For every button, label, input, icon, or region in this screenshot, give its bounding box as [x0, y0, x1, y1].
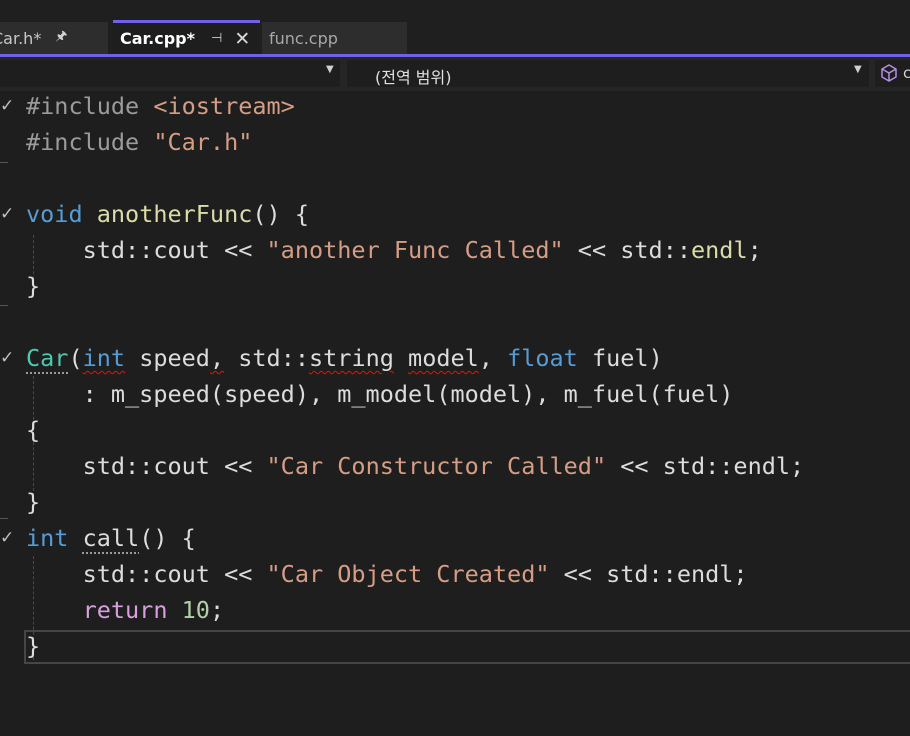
code-line-6: } — [26, 272, 41, 300]
keyword: void — [26, 200, 83, 228]
tab-car-h[interactable]: Car.h* 🖈 — [0, 22, 108, 54]
function-name: call — [82, 524, 140, 552]
unpin-icon[interactable]: ⊣ — [211, 31, 222, 46]
project-dropdown[interactable]: ▼ — [0, 60, 340, 87]
close-icon[interactable]: ✕ — [234, 28, 250, 50]
include-path: <iostream> — [153, 92, 295, 120]
string-literal: "another Func Called" — [266, 236, 564, 264]
fold-chevron-icon[interactable]: ✓ — [0, 196, 14, 232]
preprocessor-directive: #include — [26, 128, 154, 156]
type-name: string — [309, 344, 394, 372]
code-line-12: } — [26, 488, 41, 516]
code-line-11: std::cout << "Car Constructor Called" <<… — [26, 452, 805, 480]
tab-car-cpp[interactable]: Car.cpp* ⊣ ✕ — [113, 20, 260, 54]
pin-icon[interactable]: 🖈 — [55, 27, 67, 49]
string-literal: "Car Object Created" — [266, 560, 550, 588]
navigation-bar: ▼ (전역 범위) ▼ c — [0, 57, 910, 91]
fold-chevron-icon[interactable]: ✓ — [0, 340, 14, 376]
code-line-9: : m_speed(speed), m_model(model), m_fuel… — [26, 380, 734, 408]
function-name: anotherFunc — [96, 200, 253, 228]
scope-label: (전역 범위) — [375, 68, 452, 87]
control-keyword: return — [82, 596, 168, 624]
code-line-2: #include "Car.h" — [0, 124, 910, 160]
fold-chevron-icon[interactable]: ✓ — [0, 520, 14, 556]
number-literal: 10 — [181, 596, 210, 624]
code-line-10: { — [26, 416, 41, 444]
include-path: "Car.h" — [153, 128, 253, 156]
member-dropdown[interactable]: c — [875, 60, 910, 87]
keyword: float — [507, 344, 578, 372]
code-line-4: ✓ void anotherFunc() { — [0, 196, 910, 232]
cube-icon — [879, 63, 899, 87]
code-line-15: return 10; — [82, 596, 225, 624]
string-literal: "Car Constructor Called" — [266, 452, 607, 480]
class-name: Car — [26, 344, 69, 372]
tab-label: func.cpp — [269, 28, 338, 48]
fold-chevron-icon[interactable]: ✓ — [0, 88, 14, 124]
code-line-16: } — [26, 632, 41, 660]
keyword: int — [26, 524, 69, 552]
keyword: int — [82, 344, 126, 372]
code-line-8: ✓ Car(int speed, std::string model, floa… — [0, 340, 910, 376]
scope-dropdown[interactable]: (전역 범위) ▼ — [347, 60, 869, 87]
preprocessor-directive: #include — [26, 92, 154, 120]
code-line-5: std::cout << "another Func Called" << st… — [26, 236, 762, 264]
document-tab-strip: Car.h* 🖈 Car.cpp* ⊣ ✕ func.cpp — [0, 0, 910, 56]
code-line-14: std::cout << "Car Object Created" << std… — [26, 560, 748, 588]
chevron-down-icon: ▼ — [854, 64, 862, 75]
tab-func-cpp[interactable]: func.cpp — [262, 22, 407, 54]
tab-label: Car.h* — [0, 28, 42, 48]
code-line-13: ✓ int call() { — [0, 520, 910, 556]
chevron-down-icon: ▼ — [326, 64, 334, 75]
code-editor[interactable]: ✓ #include <iostream> #include "Car.h" ✓… — [0, 91, 910, 667]
function-name: endl — [691, 236, 748, 264]
code-line-1: ✓ #include <iostream> — [0, 88, 910, 124]
tab-label: Car.cpp* — [120, 29, 195, 48]
member-label: c — [903, 64, 910, 82]
